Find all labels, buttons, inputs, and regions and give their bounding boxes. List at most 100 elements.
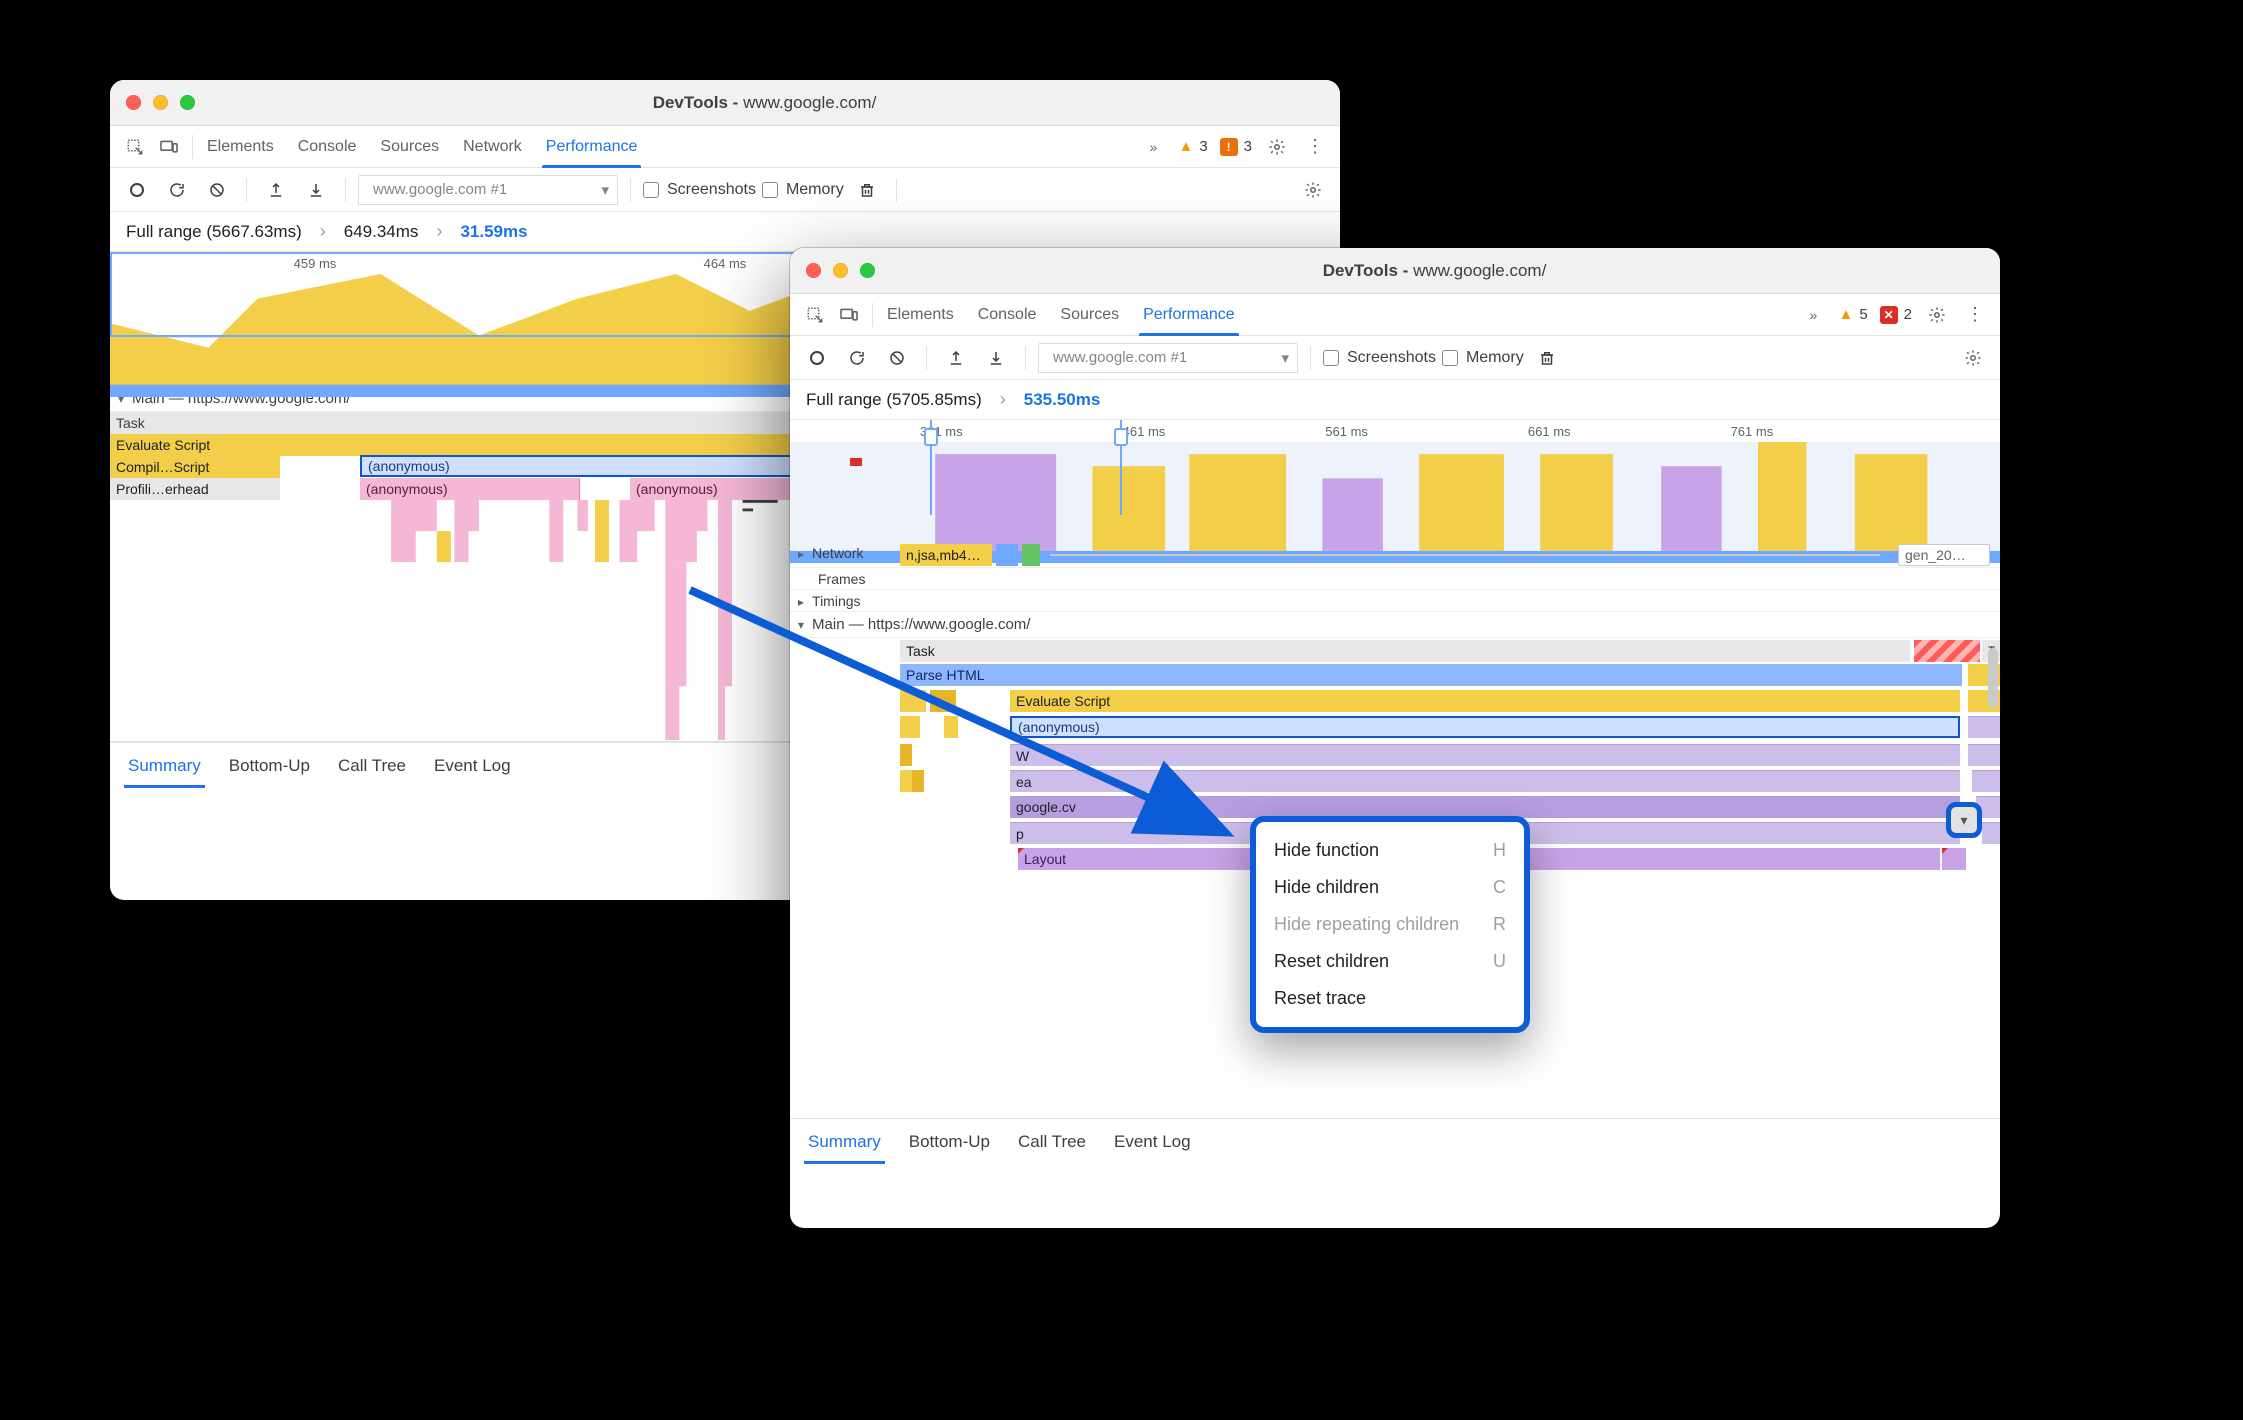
details-tab-summary[interactable]: Summary [128,756,201,776]
zoom-icon[interactable] [180,95,195,110]
breadcrumb-full-range[interactable]: Full range (5705.85ms) [806,390,982,410]
title-prefix: DevTools - [1323,261,1413,280]
reload-record-icon[interactable] [160,173,194,207]
flame-seg-long-task[interactable] [1914,640,1980,662]
errors-badge[interactable]: ✕2 [1876,306,1916,324]
flame-seg[interactable] [912,770,924,792]
flame-seg[interactable] [900,716,920,738]
breadcrumb-step[interactable]: 649.34ms [344,222,419,242]
flame-seg[interactable] [930,690,956,712]
upload-icon[interactable] [259,173,293,207]
minimize-icon[interactable] [833,263,848,278]
flame-seg[interactable] [1942,848,1966,870]
flame-seg[interactable] [1968,744,2000,766]
details-tab-bottom-up[interactable]: Bottom-Up [909,1132,990,1152]
flame-seg[interactable] [900,744,912,766]
menu-reset-children[interactable]: Reset childrenU [1256,943,1524,980]
download-icon[interactable] [979,341,1013,375]
tabs-overflow-icon[interactable]: » [1796,298,1830,332]
tabs-overflow-icon[interactable]: » [1136,130,1170,164]
clear-icon[interactable] [880,341,914,375]
more-icon[interactable]: ⋮ [1958,298,1992,332]
warnings-count: 5 [1859,306,1867,323]
perf-settings-icon[interactable] [1956,341,1990,375]
screenshots-checkbox[interactable]: Screenshots [643,181,756,199]
network-seg[interactable]: n,jsa,mb4… [900,544,992,566]
close-icon[interactable] [806,263,821,278]
flame-seg-compile-script[interactable]: Compil…Script [110,456,280,478]
details-tab-event-log[interactable]: Event Log [434,756,511,776]
flame-seg-evaluate-script[interactable]: Evaluate Script [1010,690,1960,712]
tab-performance[interactable]: Performance [1143,294,1235,335]
entry-dropdown-icon[interactable] [1946,802,1982,838]
details-tab-event-log[interactable]: Event Log [1114,1132,1191,1152]
clear-icon[interactable] [200,173,234,207]
gc-icon[interactable] [850,173,884,207]
gc-icon[interactable] [1530,341,1564,375]
scrollbar-thumb[interactable] [1988,648,1998,708]
tab-sources[interactable]: Sources [380,126,439,167]
screenshots-checkbox[interactable]: Screenshots [1323,349,1436,367]
details-tab-bottom-up[interactable]: Bottom-Up [229,756,310,776]
details-tab-call-tree[interactable]: Call Tree [1018,1132,1086,1152]
flame-seg[interactable] [944,716,958,738]
flame-seg-task[interactable]: Task [900,640,1910,662]
flame-seg-google-cv[interactable]: google.cv [1010,796,1960,818]
tab-elements[interactable]: Elements [207,126,274,167]
inspect-icon[interactable] [798,298,832,332]
warnings-badge[interactable]: ▲5 [1834,306,1871,323]
minimize-icon[interactable] [153,95,168,110]
details-tab-summary[interactable]: Summary [808,1132,881,1152]
flame-seg-ea[interactable]: ea [1010,770,1960,792]
flame-seg-anonymous-selected[interactable]: (anonymous) [1010,716,1960,738]
menu-hide-children[interactable]: Hide childrenC [1256,869,1524,906]
flame-seg-profile-overhead[interactable]: Profili…erhead [110,478,280,500]
inspect-icon[interactable] [118,130,152,164]
frames-track-header[interactable]: Frames [790,568,2000,590]
tab-elements[interactable]: Elements [887,294,954,335]
breadcrumb-full-range[interactable]: Full range (5667.63ms) [126,222,302,242]
tab-network[interactable]: Network [463,126,522,167]
flame-seg-anonymous[interactable]: (anonymous) [360,478,580,500]
recording-selector[interactable]: www.google.com #1 ▾ [358,175,618,205]
network-track-row[interactable]: Network n,jsa,mb4… gen_20… [790,542,2000,568]
flame-seg-w[interactable]: W [1010,744,1960,766]
close-icon[interactable] [126,95,141,110]
flame-seg[interactable] [900,770,912,792]
reload-record-icon[interactable] [840,341,874,375]
menu-reset-trace[interactable]: Reset trace [1256,980,1524,1017]
main-track-header[interactable]: Main — https://www.google.com/ [790,612,2000,638]
overview-minimap[interactable]: 361 ms 461 ms 561 ms 661 ms 761 ms CPU N… [790,420,2000,516]
device-toggle-icon[interactable] [832,298,866,332]
network-seg[interactable] [1022,544,1040,566]
tab-performance[interactable]: Performance [546,126,638,167]
perf-settings-icon[interactable] [1296,173,1330,207]
menu-hide-function[interactable]: Hide functionH [1256,832,1524,869]
record-icon[interactable] [120,173,154,207]
flame-seg[interactable] [1982,822,2000,844]
details-tab-call-tree[interactable]: Call Tree [338,756,406,776]
upload-icon[interactable] [939,341,973,375]
device-toggle-icon[interactable] [152,130,186,164]
network-seg-far[interactable]: gen_20… [1898,544,1990,566]
download-icon[interactable] [299,173,333,207]
flame-seg-parse-html[interactable]: Parse HTML [900,664,1962,686]
record-icon[interactable] [800,341,834,375]
flame-seg[interactable] [1972,770,2000,792]
tab-console[interactable]: Console [978,294,1037,335]
warnings-badge[interactable]: ▲ 3 [1174,138,1211,155]
settings-icon[interactable] [1920,298,1954,332]
tab-sources[interactable]: Sources [1060,294,1119,335]
settings-icon[interactable] [1260,130,1294,164]
recording-selector[interactable]: www.google.com #1 ▾ [1038,343,1298,373]
zoom-icon[interactable] [860,263,875,278]
more-icon[interactable]: ⋮ [1298,130,1332,164]
tab-console[interactable]: Console [298,126,357,167]
flame-seg[interactable] [1968,716,2000,738]
timings-track-header[interactable]: Timings [790,590,2000,612]
memory-checkbox[interactable]: Memory [762,181,844,199]
memory-checkbox[interactable]: Memory [1442,349,1524,367]
flame-seg[interactable] [900,690,926,712]
notices-badge[interactable]: ! 3 [1216,138,1256,156]
network-seg[interactable] [996,544,1018,566]
